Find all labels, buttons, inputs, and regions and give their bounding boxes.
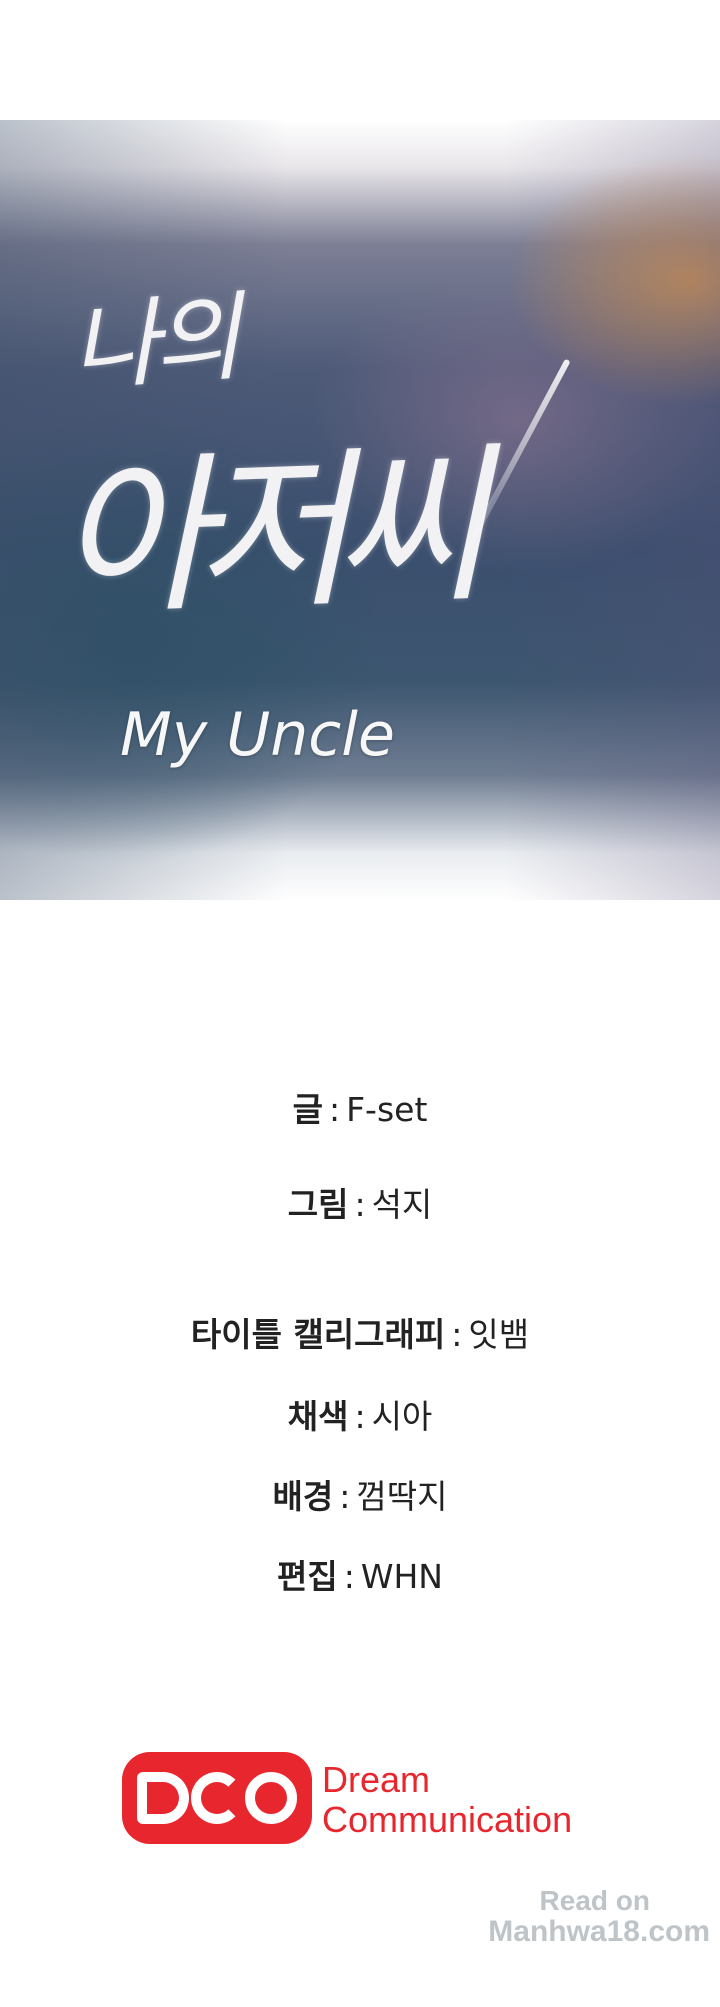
credit-separator: :	[354, 1397, 366, 1436]
credit-name: F-set	[346, 1090, 428, 1129]
title-korean-line1: 나의	[66, 281, 239, 405]
credit-role: 편집	[277, 1557, 338, 1596]
credit-role: 타이틀 캘리그래피	[190, 1315, 446, 1354]
title-english: My Uncle	[120, 700, 395, 770]
watermark: Read on Manhwa18.com	[470, 1885, 710, 1949]
credit-title-calligraphy: 타이틀 캘리그래피: 잇뱀	[0, 1308, 720, 1356]
credit-story: 글: F-set	[0, 1083, 720, 1131]
credit-role: 배경	[272, 1477, 334, 1516]
credit-name: WHN	[360, 1557, 443, 1596]
credit-background: 배경: 껌딱지	[0, 1470, 720, 1518]
credit-name: 석지	[371, 1185, 433, 1224]
credit-separator: :	[343, 1557, 355, 1596]
credit-name: 잇뱀	[468, 1315, 530, 1354]
dcc-logo	[122, 1752, 312, 1844]
credit-editing: 편집: WHN	[0, 1550, 720, 1598]
credit-separator: :	[451, 1315, 463, 1354]
credit-role: 그림	[287, 1185, 349, 1224]
watermark-line1: Read on	[539, 1885, 650, 1916]
logo-letter-c-icon	[245, 1772, 297, 1824]
publisher-name-line2: Communication	[322, 1799, 573, 1840]
title-korean-line2: 아저씨	[52, 427, 475, 641]
credit-separator: :	[339, 1477, 351, 1516]
credit-role: 글	[292, 1090, 323, 1129]
credit-separator: :	[328, 1090, 341, 1129]
logo-letter-d-icon	[137, 1772, 189, 1824]
publisher-name: Dream Communication	[322, 1760, 572, 1840]
publisher-name-line1: Dream	[322, 1759, 431, 1800]
credit-coloring: 채색: 시아	[0, 1390, 720, 1438]
credit-separator: :	[354, 1185, 366, 1224]
credit-name: 껌딱지	[356, 1477, 448, 1516]
credit-name: 시아	[371, 1397, 433, 1436]
logo-letter-c-icon	[191, 1772, 243, 1824]
dcc-logo-mark	[137, 1772, 297, 1824]
credit-role: 채색	[287, 1397, 349, 1436]
watermark-line2: Manhwa18.com	[488, 1915, 710, 1948]
credit-art: 그림: 석지	[0, 1178, 720, 1226]
